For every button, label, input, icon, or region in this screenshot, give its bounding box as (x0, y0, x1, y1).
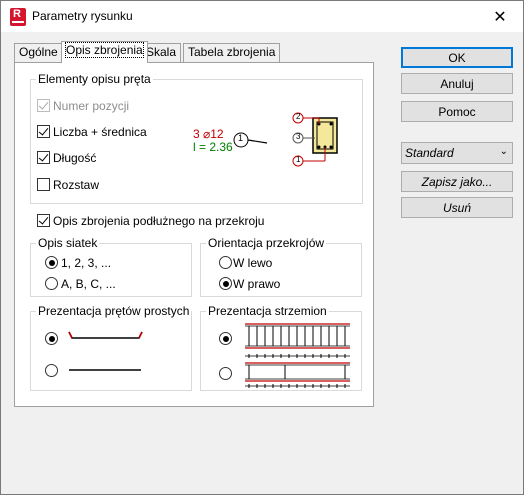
app-logo-icon: R (10, 8, 26, 26)
hooked-bar-icon (68, 331, 143, 339)
section-orientation-group: Orientacja przekrojów W lewo W prawo (200, 236, 362, 297)
tab-label: Opis zbrojenia (65, 42, 144, 58)
tab-rebar-description[interactable]: Opis zbrojenia (61, 41, 148, 63)
mesh-numeric-radio[interactable] (45, 256, 58, 269)
stirrups-full-icon (245, 323, 350, 349)
orientation-right-radio[interactable] (219, 277, 232, 290)
tab-label: Ogólne (19, 45, 58, 59)
elements-group: Elementy opisu pręta Numer pozycji Liczb… (30, 72, 363, 204)
help-button[interactable]: Pomoc (401, 101, 513, 122)
mesh-numeric-label: 1, 2, 3, ... (61, 256, 112, 270)
straight-bars-group: Prezentacja prętów prostych (30, 304, 192, 391)
window-title: Parametry rysunku (32, 9, 133, 23)
straight-bars-plain-radio[interactable] (45, 364, 58, 377)
preview-position-main: 1 (238, 133, 244, 143)
mesh-alpha-radio[interactable] (45, 277, 58, 290)
mesh-group-legend: Opis siatek (36, 236, 100, 250)
ok-button[interactable]: OK (401, 47, 513, 68)
preview-position-bottom: 1 (296, 155, 301, 164)
orientation-right-label: W prawo (233, 277, 281, 291)
orientation-group-legend: Orientacja przekrojów (206, 236, 327, 250)
delete-button[interactable]: Usuń (401, 197, 513, 218)
title-bar: R Parametry rysunku ✕ (1, 1, 523, 32)
orientation-left-label: W lewo (233, 256, 273, 270)
tab-rebar-table[interactable]: Tabela zbrojenia (183, 43, 281, 62)
app-logo-letter: R (13, 8, 21, 20)
straight-bars-legend: Prezentacja prętów prostych (36, 304, 192, 318)
close-icon[interactable]: ✕ (477, 1, 523, 32)
style-select-value: Standard (405, 146, 454, 160)
style-select[interactable]: Standard ⌄ (401, 142, 513, 164)
long-rebar-description-checkbox[interactable] (37, 214, 50, 227)
straight-bars-hooked-radio[interactable] (45, 332, 58, 345)
preview-position-top: 2 (296, 112, 301, 121)
orientation-left-radio[interactable] (219, 256, 232, 269)
mesh-alpha-label: A, B, C, ... (61, 277, 116, 291)
tab-label: Tabela zbrojenia (188, 45, 276, 59)
chevron-down-icon: ⌄ (499, 146, 508, 157)
mesh-description-group: Opis siatek 1, 2, 3, ... A, B, C, ... (30, 236, 192, 297)
stirrups-simplified-radio[interactable] (219, 367, 232, 380)
preview-position-mid: 3 (296, 132, 301, 141)
dialog-window: R Parametry rysunku ✕ Ogólne Opis zbroje… (0, 0, 524, 495)
tab-general[interactable]: Ogólne (14, 43, 63, 62)
stirrups-group: Prezentacja strzemion (200, 304, 362, 391)
long-rebar-description-label: Opis zbrojenia podłużnego na przekroju (53, 214, 265, 228)
section-preview-drawing (233, 112, 338, 167)
plain-bar-icon (69, 369, 141, 371)
stirrups-full-radio[interactable] (219, 332, 232, 345)
tab-label: Skala (146, 45, 177, 59)
stirrups-legend: Prezentacja strzemion (206, 304, 329, 318)
cancel-button[interactable]: Anuluj (401, 73, 513, 94)
tab-panel: Elementy opisu pręta Numer pozycji Liczb… (14, 62, 374, 407)
stirrups-simplified-icon (245, 354, 350, 388)
save-as-button[interactable]: Zapisz jako... (401, 171, 513, 192)
